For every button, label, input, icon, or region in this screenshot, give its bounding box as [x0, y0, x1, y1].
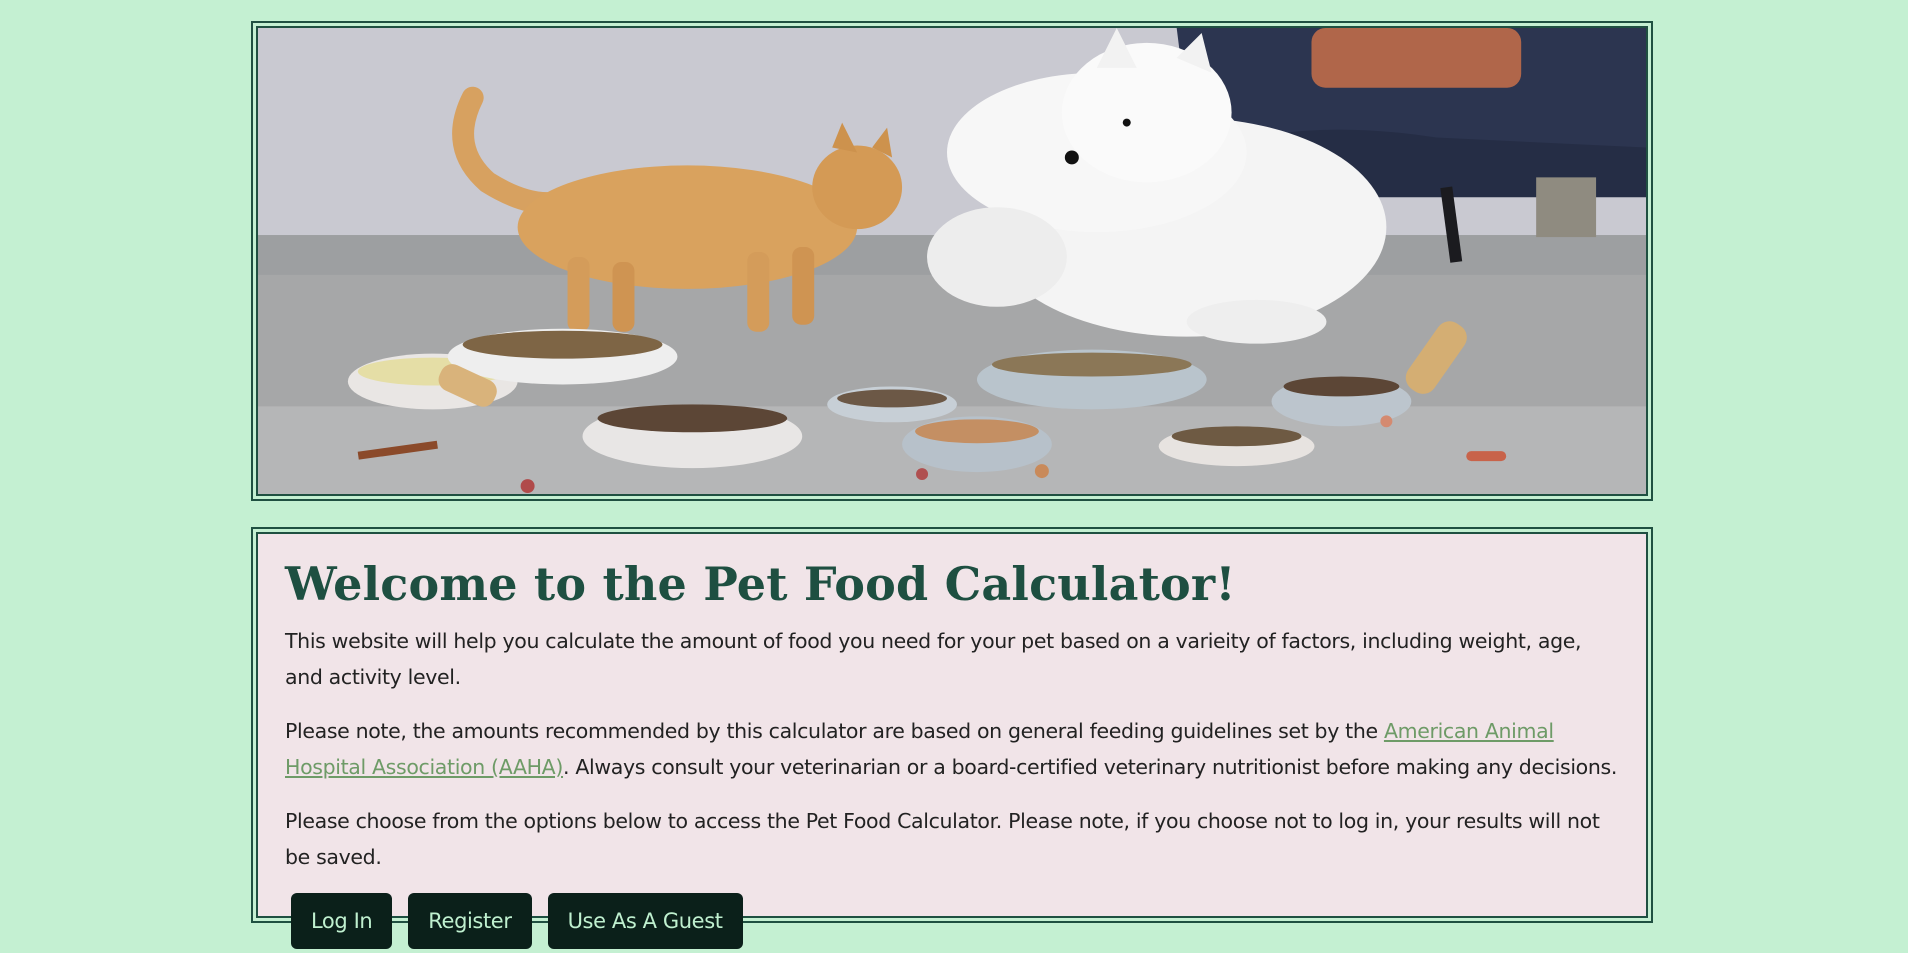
hero-frame [251, 21, 1653, 501]
pet-photo-illustration [258, 28, 1646, 494]
page-title: Welcome to the Pet Food Calculator! [285, 557, 1236, 611]
login-button[interactable]: Log In [291, 892, 393, 949]
note-before-link: Please note, the amounts recommended by … [285, 718, 1384, 743]
guest-button[interactable]: Use As A Guest [547, 892, 743, 949]
hero-image [258, 28, 1646, 494]
register-button[interactable]: Register [408, 892, 532, 949]
choose-options-text: Please choose from the options below to … [285, 808, 1600, 869]
note-after-link: . Always consult your veterinarian or a … [563, 754, 1618, 779]
aaha-note: Please note, the amounts recommended by … [285, 713, 1619, 785]
hero-inner-border [256, 26, 1648, 496]
welcome-frame: Welcome to the Pet Food Calculator! This… [251, 527, 1653, 949]
access-options: Log In Register Use As A Guest [285, 892, 1619, 949]
welcome-panel: Welcome to the Pet Food Calculator! This… [256, 532, 1648, 949]
intro-text: This website will help you calculate the… [285, 628, 1582, 689]
